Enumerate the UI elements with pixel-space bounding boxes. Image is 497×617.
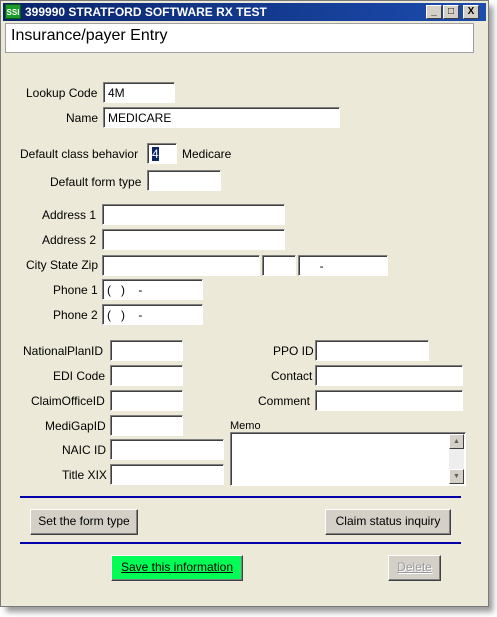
default-class-behavior-field[interactable]: 4 xyxy=(147,143,177,164)
comment-field[interactable] xyxy=(315,390,463,411)
name-field[interactable]: MEDICARE xyxy=(103,107,340,128)
naic-id-label: NAIC ID xyxy=(62,443,107,457)
default-form-type-field[interactable] xyxy=(147,170,221,191)
edi-code-label: EDI Code xyxy=(53,369,106,383)
edi-code-field[interactable] xyxy=(110,365,183,386)
save-button[interactable]: Save this information xyxy=(111,555,243,581)
title-bar[interactable]: SSI 399990 STRATFORD SOFTWARE RX TEST _ … xyxy=(3,3,486,21)
delete-button[interactable]: Delete xyxy=(388,555,441,581)
claim-office-id-label: ClaimOfficeID xyxy=(31,394,105,408)
medigap-id-label: MediGapID xyxy=(45,419,106,433)
city-field[interactable] xyxy=(102,255,260,276)
address1-field[interactable] xyxy=(102,204,285,225)
city-state-zip-label: City State Zip xyxy=(26,258,99,272)
phone1-field[interactable]: ( ) - xyxy=(102,279,203,300)
separator-bottom xyxy=(20,542,461,544)
app-icon: SSI xyxy=(5,4,21,19)
scroll-down-arrow-icon[interactable]: ▼ xyxy=(449,469,464,484)
header-panel: Insurance/payer Entry xyxy=(5,23,474,53)
default-form-type-label: Default form type xyxy=(50,175,142,189)
comment-label: Comment xyxy=(258,394,311,408)
title-xix-label: Title XIX xyxy=(62,468,107,482)
maximize-button[interactable]: □ xyxy=(443,5,459,19)
default-class-behavior-label: Default class behavior xyxy=(20,147,139,161)
lookup-code-field[interactable]: 4M xyxy=(103,82,175,103)
title-xix-field[interactable] xyxy=(110,464,224,485)
state-field[interactable] xyxy=(262,255,296,276)
phone2-field[interactable]: ( ) - xyxy=(102,304,203,325)
minimize-button[interactable]: _ xyxy=(426,5,442,19)
ppo-id-field[interactable] xyxy=(315,340,429,361)
phone2-label: Phone 2 xyxy=(53,308,98,322)
naic-id-field[interactable] xyxy=(110,439,224,460)
save-button-label: Save this information xyxy=(120,560,234,574)
separator-top xyxy=(20,496,461,498)
memo-label: Memo xyxy=(230,420,261,432)
claim-office-id-field[interactable] xyxy=(110,390,183,411)
app-window: SSI 399990 STRATFORD SOFTWARE RX TEST _ … xyxy=(0,0,489,607)
memo-textarea[interactable]: ▲ ▼ xyxy=(230,432,466,486)
lookup-code-label: Lookup Code xyxy=(26,86,98,100)
address2-label: Address 2 xyxy=(42,233,97,247)
phone1-label: Phone 1 xyxy=(53,283,98,297)
default-class-behavior-value: 4 xyxy=(152,147,159,161)
claim-status-inquiry-button[interactable]: Claim status inquiry xyxy=(325,509,451,535)
page-title: Insurance/payer Entry xyxy=(11,27,168,44)
zip-field[interactable]: - xyxy=(298,255,388,276)
address1-label: Address 1 xyxy=(42,208,97,222)
set-form-type-button[interactable]: Set the form type xyxy=(30,509,138,535)
default-class-behavior-description: Medicare xyxy=(182,147,232,161)
delete-button-label: Delete xyxy=(397,560,432,574)
ppo-id-label: PPO ID xyxy=(273,344,314,358)
name-label: Name xyxy=(66,111,99,125)
scroll-up-arrow-icon[interactable]: ▲ xyxy=(449,434,464,449)
contact-label: Contact xyxy=(271,369,313,383)
window-title: 399990 STRATFORD SOFTWARE RX TEST xyxy=(25,5,267,19)
national-plan-id-field[interactable] xyxy=(110,340,183,361)
contact-field[interactable] xyxy=(315,365,463,386)
memo-scrollbar[interactable]: ▲ ▼ xyxy=(449,434,464,484)
national-plan-id-label: NationalPlanID xyxy=(23,344,104,358)
address2-field[interactable] xyxy=(102,229,285,250)
medigap-id-field[interactable] xyxy=(110,415,183,436)
close-button[interactable]: X xyxy=(463,5,479,19)
